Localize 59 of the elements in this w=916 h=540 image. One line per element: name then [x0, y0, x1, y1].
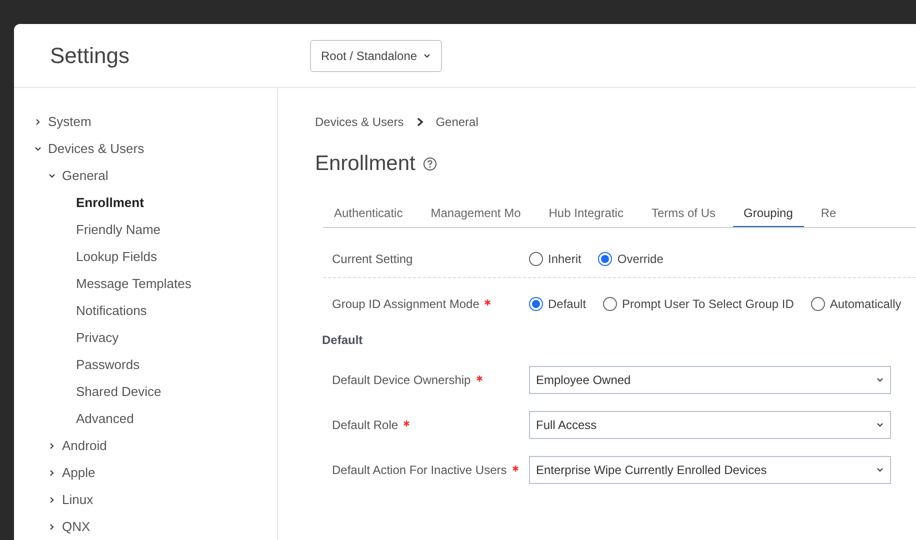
- page-title: Enrollment: [315, 151, 416, 178]
- breadcrumb-link[interactable]: General: [436, 113, 478, 131]
- tab[interactable]: Hub Integratic: [538, 200, 634, 227]
- radio-button[interactable]: [603, 297, 618, 311]
- sidebar-item[interactable]: QNX: [62, 516, 90, 536]
- radio-label: Inherit: [548, 250, 582, 268]
- radio-label: Override: [617, 250, 664, 268]
- sidebar-item[interactable]: Friendly Name: [76, 220, 161, 240]
- radio-button[interactable]: [810, 297, 825, 311]
- field-label: Current Setting: [332, 250, 413, 268]
- sidebar-item[interactable]: Shared Device: [76, 382, 162, 402]
- sidebar-item[interactable]: System: [48, 112, 92, 132]
- select-field[interactable]: Employee Owned: [529, 366, 891, 394]
- tab[interactable]: Terms of Us: [640, 200, 726, 227]
- radio-label: Prompt User To Select Group ID: [622, 296, 794, 313]
- sidebar-item[interactable]: Passwords: [76, 354, 140, 374]
- field-label: Default Role: [332, 417, 398, 434]
- section-title: Default: [322, 332, 364, 349]
- sidebar-item[interactable]: Linux: [62, 490, 94, 510]
- radio-button[interactable]: [529, 297, 543, 311]
- select-field[interactable]: Enterprise Wipe Currently Enrolled Devices: [529, 456, 891, 484]
- sidebar-item[interactable]: Devices & Users: [48, 138, 144, 158]
- help-icon[interactable]: [423, 157, 438, 171]
- sidebar-item[interactable]: Notifications: [76, 300, 147, 320]
- chevron-down-icon: [876, 376, 884, 384]
- chevron-down-icon: [423, 52, 432, 60]
- chevron-down-icon: [48, 172, 56, 180]
- chevron-right-icon: [48, 468, 56, 476]
- sidebar-item[interactable]: Android: [62, 436, 107, 456]
- chevron-right-icon: [34, 118, 42, 126]
- sidebar-item[interactable]: Privacy: [76, 328, 119, 348]
- sidebar-item[interactable]: Enrollment: [76, 192, 144, 212]
- tab[interactable]: Grouping: [732, 200, 804, 227]
- chevron-right-icon: [48, 442, 56, 450]
- field-label: Group ID Assignment Mode: [332, 296, 480, 313]
- field-label: Default Action For Inactive Users: [332, 462, 507, 479]
- chevron-down-icon: [876, 466, 884, 474]
- radio-button[interactable]: [529, 252, 543, 266]
- radio-label: Automatically: [830, 296, 902, 313]
- breadcrumb-link[interactable]: Devices & Users: [315, 113, 404, 131]
- sidebar-item[interactable]: Lookup Fields: [76, 246, 157, 266]
- field-label: Default Device Ownership: [332, 372, 471, 389]
- tab[interactable]: Re: [810, 200, 848, 227]
- chevron-right-icon: [416, 117, 424, 127]
- radio-label: Default: [548, 296, 586, 313]
- select-field[interactable]: Full Access: [529, 411, 891, 439]
- scope-dropdown[interactable]: Root / Standalone: [310, 40, 442, 72]
- chevron-down-icon: [34, 144, 42, 152]
- sidebar-item[interactable]: Message Templates: [76, 274, 192, 294]
- sidebar-item[interactable]: General: [62, 166, 108, 186]
- tab[interactable]: Management Mo: [420, 200, 532, 227]
- chevron-down-icon: [876, 421, 884, 429]
- tab[interactable]: Authenticatic: [323, 200, 414, 227]
- sidebar-item[interactable]: Advanced: [76, 408, 134, 428]
- page-heading: Settings: [50, 43, 130, 68]
- radio-button[interactable]: [598, 252, 612, 266]
- chevron-right-icon: [48, 496, 56, 504]
- sidebar-item[interactable]: Apple: [62, 462, 96, 482]
- chevron-right-icon: [48, 522, 56, 530]
